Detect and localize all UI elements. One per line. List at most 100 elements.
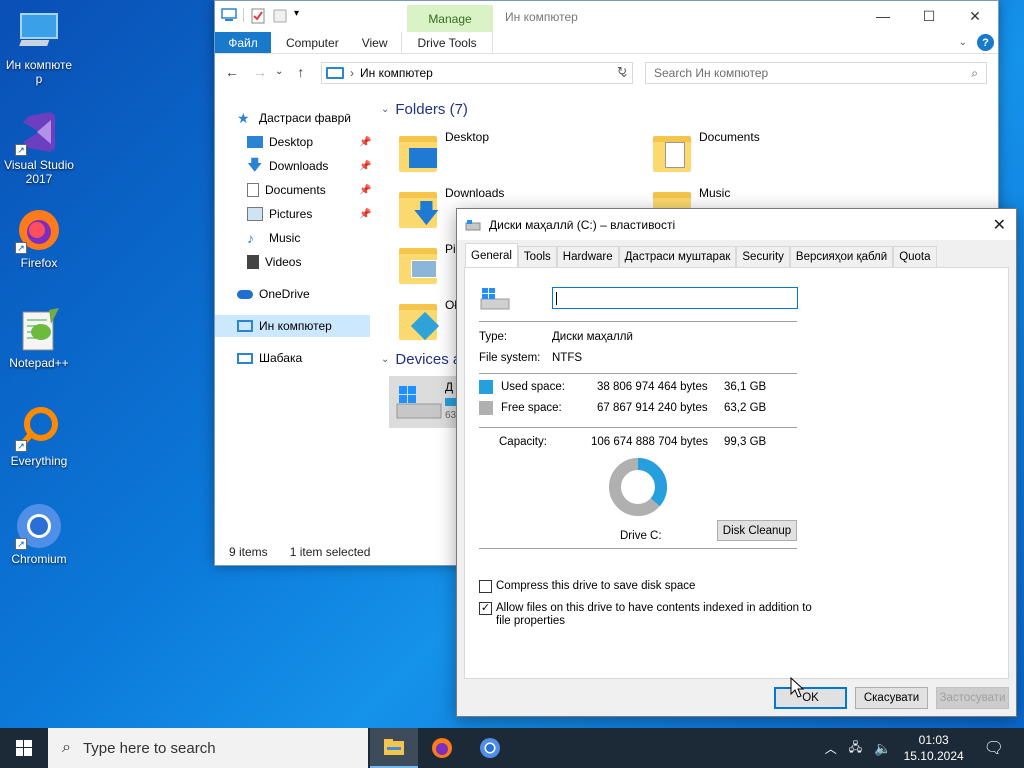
computer-icon bbox=[237, 320, 253, 332]
compress-checkbox[interactable] bbox=[479, 580, 492, 593]
drive-icon bbox=[465, 219, 481, 230]
drive-name-input[interactable] bbox=[552, 287, 798, 309]
start-button[interactable] bbox=[0, 728, 48, 768]
address-bar[interactable]: › Ин компютер ⌄ bbox=[321, 62, 633, 84]
pin-icon[interactable]: 📌 bbox=[359, 209, 371, 220]
desktop-icon-firefox[interactable]: ↗ Firefox bbox=[1, 206, 77, 270]
up-arrow-icon[interactable]: ↑ bbox=[297, 64, 304, 80]
forward-arrow-icon[interactable]: → bbox=[253, 64, 267, 80]
folder-desktop[interactable]: Desktop bbox=[399, 130, 489, 174]
index-label: Allow files on this drive to have conten… bbox=[496, 602, 812, 628]
ok-button[interactable]: OK bbox=[774, 687, 847, 709]
nav-this-pc[interactable]: Ин компютер bbox=[215, 315, 370, 337]
tab-drive-tools[interactable]: Drive Tools bbox=[401, 32, 493, 53]
divider bbox=[479, 548, 797, 549]
desktop-icon-this-pc[interactable]: Ин компюте р bbox=[1, 8, 77, 86]
computer-icon[interactable] bbox=[221, 8, 237, 22]
index-checkbox[interactable]: ✓ bbox=[479, 602, 492, 615]
network-disconnected-icon[interactable]: 🖧 bbox=[849, 738, 862, 759]
folder-documents[interactable]: Documents bbox=[653, 130, 760, 174]
desktop-icon-chromium[interactable]: ↗ Chromium bbox=[1, 502, 77, 566]
recent-locations-icon[interactable]: ⌄ bbox=[275, 64, 283, 80]
folders-group-header[interactable]: ⌄ Folders (7) bbox=[381, 101, 468, 118]
nav-item-videos[interactable]: Videos bbox=[247, 251, 301, 273]
clock[interactable]: 01:03 15.10.2024 bbox=[904, 732, 964, 764]
close-button[interactable]: ✕ bbox=[993, 215, 1006, 235]
disk-cleanup-button[interactable]: Disk Cleanup bbox=[717, 520, 797, 541]
cloud-icon bbox=[237, 289, 253, 299]
index-checkbox-row[interactable]: ✓ Allow files on this drive to have cont… bbox=[479, 602, 812, 628]
download-arrow-icon: 🡇 bbox=[247, 157, 263, 174]
taskbar-firefox[interactable] bbox=[418, 728, 466, 768]
tab-security[interactable]: Security bbox=[736, 246, 790, 267]
tab-view[interactable]: View bbox=[354, 32, 396, 53]
compress-label: Compress this drive to save disk space bbox=[496, 580, 696, 592]
compress-checkbox-row[interactable]: Compress this drive to save disk space bbox=[479, 580, 695, 593]
close-button[interactable]: ✕ bbox=[952, 1, 998, 31]
nav-onedrive[interactable]: OneDrive bbox=[237, 283, 310, 305]
pin-icon[interactable]: 📌 bbox=[359, 137, 371, 148]
chevron-up-icon[interactable]: ︿ bbox=[825, 740, 837, 757]
dialog-title: Диски маҳаллӣ (C:) – властивості bbox=[489, 217, 676, 232]
manage-context-tab[interactable]: Manage bbox=[407, 5, 493, 33]
desktop-icon-label: Everything bbox=[10, 454, 68, 468]
nav-item-music[interactable]: ♪ Music bbox=[247, 227, 300, 249]
pin-icon[interactable]: 📌 bbox=[359, 185, 371, 196]
notifications-icon[interactable]: 🗨 bbox=[984, 738, 1004, 758]
tab-previous-versions[interactable]: Версияҳои қаблӣ bbox=[789, 246, 894, 267]
desktop-icon-label: Notepad++ bbox=[9, 356, 69, 370]
nav-item-downloads[interactable]: 🡇 Downloads 📌 bbox=[247, 155, 375, 177]
window-controls: — ☐ ✕ bbox=[860, 1, 998, 31]
expand-ribbon-icon[interactable]: ⌄ bbox=[959, 37, 967, 48]
apply-button[interactable]: Застосувати bbox=[936, 687, 1009, 709]
properties-icon[interactable] bbox=[250, 8, 266, 24]
drive-letter-label: Drive C: bbox=[620, 530, 662, 542]
file-explorer-icon bbox=[384, 739, 404, 755]
tab-sharing[interactable]: Дастраси муштарак bbox=[618, 246, 737, 267]
pin-icon[interactable]: 📌 bbox=[359, 161, 371, 172]
index-label-line1: Allow files on this drive to have conten… bbox=[496, 602, 812, 614]
maximize-button[interactable]: ☐ bbox=[906, 1, 952, 31]
devices-group-header[interactable]: ⌄ Devices a bbox=[381, 351, 461, 368]
search-input[interactable]: Search Ин компютер ⌕ bbox=[645, 62, 987, 84]
new-folder-icon[interactable] bbox=[272, 8, 288, 23]
folder-pictures[interactable]: Pi bbox=[399, 242, 456, 286]
desktop-icon-visual-studio[interactable]: ↗ Visual Studio 2017 bbox=[1, 108, 77, 186]
desktop-icon-label: Visual Studio 2017 bbox=[4, 158, 74, 186]
tab-general[interactable]: General bbox=[465, 243, 518, 267]
nav-item-desktop[interactable]: Desktop 📌 bbox=[247, 131, 375, 153]
nav-label: Downloads bbox=[269, 159, 329, 173]
file-system-label: File system: bbox=[479, 352, 541, 364]
everything-search-icon: ↗ bbox=[15, 404, 63, 452]
speaker-muted-icon[interactable]: 🔈 bbox=[874, 740, 891, 757]
nav-network[interactable]: Шабака bbox=[237, 347, 302, 369]
nav-item-pictures[interactable]: Pictures 📌 bbox=[247, 203, 375, 225]
folder-label: Desktop bbox=[445, 130, 490, 144]
taskbar-chromium[interactable] bbox=[466, 728, 514, 768]
desktop-icon-everything[interactable]: ↗ Everything bbox=[1, 404, 77, 468]
free-space-gb: 63,2 GB bbox=[724, 402, 767, 414]
qat-dropdown-icon[interactable]: ▾ bbox=[294, 8, 304, 22]
minimize-button[interactable]: — bbox=[860, 1, 906, 31]
tab-computer[interactable]: Computer bbox=[271, 32, 354, 53]
group-title: Folders (7) bbox=[395, 101, 468, 118]
tab-hardware[interactable]: Hardware bbox=[556, 246, 619, 267]
desktop-icon-label: Ин компюте р bbox=[5, 58, 73, 86]
help-icon[interactable]: ? bbox=[977, 34, 994, 51]
taskbar-search-box[interactable]: ⌕ Type here to search bbox=[48, 728, 368, 768]
desktop-icon-notepadpp[interactable]: Notepad++ bbox=[1, 306, 77, 370]
nav-quick-access[interactable]: ★ Дастраси фаврӣ bbox=[237, 107, 351, 129]
cancel-button[interactable]: Скасувати bbox=[855, 687, 928, 709]
taskbar-file-explorer[interactable] bbox=[370, 728, 418, 768]
nav-item-documents[interactable]: Documents 📌 bbox=[247, 179, 375, 201]
back-arrow-icon[interactable]: ← bbox=[225, 64, 239, 80]
folder-3d-objects[interactable]: Oł bbox=[399, 298, 457, 342]
chromium-icon bbox=[480, 738, 500, 758]
ribbon-right: ⌄ ? bbox=[959, 34, 994, 51]
dialog-titlebar: Диски маҳаллӣ (C:) – властивості ✕ bbox=[457, 209, 1016, 240]
tab-quota[interactable]: Quota bbox=[893, 246, 937, 267]
tab-tools[interactable]: Tools bbox=[517, 246, 557, 267]
tab-file[interactable]: Файл bbox=[215, 32, 271, 53]
refresh-icon[interactable]: ↻ bbox=[617, 64, 627, 78]
nav-label: Desktop bbox=[269, 135, 314, 149]
